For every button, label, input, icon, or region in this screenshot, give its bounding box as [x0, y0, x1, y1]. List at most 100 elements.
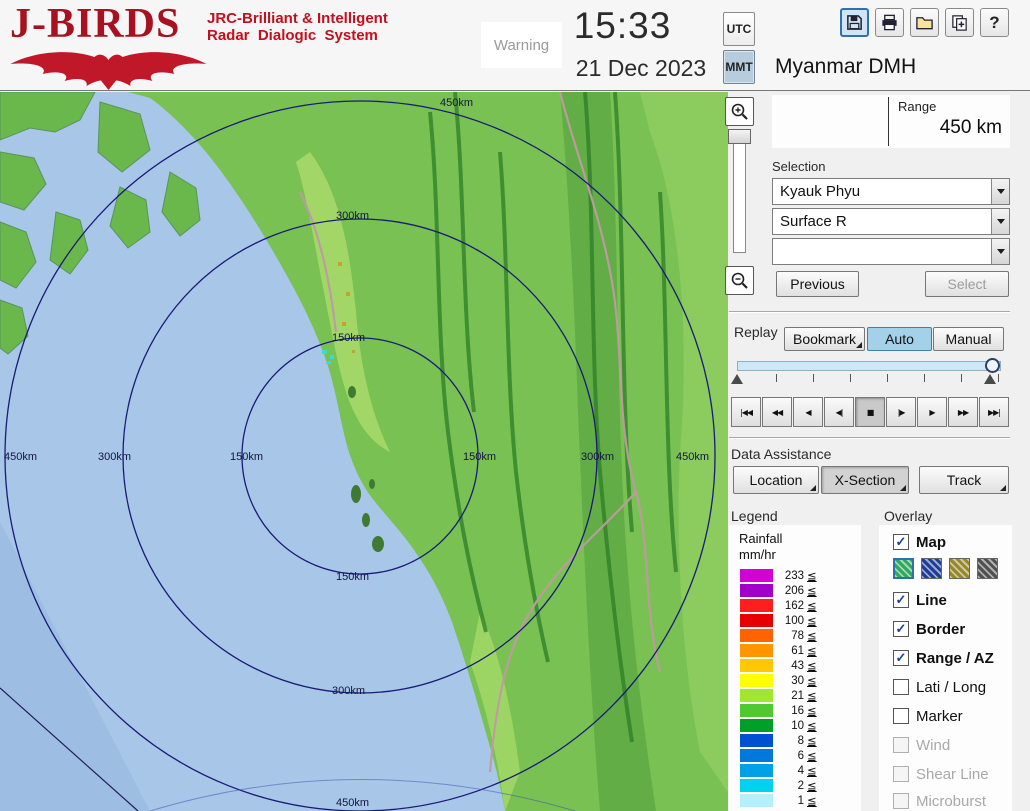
zoom-out-button[interactable]: [725, 266, 754, 295]
legend-suffix: ≦: [807, 794, 817, 808]
radar-map[interactable]: 450km 300km 150km 150km 300km 450km 450k…: [0, 92, 728, 811]
export-button[interactable]: [945, 8, 974, 37]
fast-rewind-button[interactable]: ◀◀: [762, 397, 792, 427]
legend-suffix: ≦: [807, 614, 817, 628]
range-display-box: Range 450 km: [772, 95, 1010, 148]
legend-value: 10: [779, 720, 804, 732]
legend-color-swatch: [740, 614, 773, 627]
checkbox[interactable]: ✓: [893, 534, 909, 550]
checkbox[interactable]: ✓: [893, 621, 909, 637]
overlay-item-wind: Wind: [893, 735, 950, 755]
replay-timeline-handle[interactable]: [985, 358, 1000, 373]
extra-dropdown[interactable]: [772, 238, 1010, 265]
checkbox[interactable]: [893, 708, 909, 724]
save-button[interactable]: [840, 8, 869, 37]
range-label: 300km: [581, 451, 614, 463]
legend-item: 30≦: [740, 673, 817, 688]
legend-unit-line2: mm/hr: [739, 547, 776, 562]
range-label: 450km: [676, 451, 709, 463]
timeline-end-marker[interactable]: [984, 374, 996, 384]
step-back-button[interactable]: ◀|: [824, 397, 854, 427]
product-dropdown[interactable]: Surface R: [772, 208, 1010, 235]
range-label: 450km: [336, 797, 369, 809]
legend-item: 206≦: [740, 583, 817, 598]
zoom-slider-handle[interactable]: [728, 129, 751, 144]
utc-toggle-button[interactable]: UTC: [723, 12, 755, 46]
overlay-item-map[interactable]: ✓ Map: [893, 532, 946, 552]
data-assistance-label: Data Assistance: [731, 446, 831, 462]
skip-to-start-button[interactable]: |◀◀: [731, 397, 761, 427]
overlay-item-label: Map: [916, 534, 946, 551]
map-style-gray-swatch[interactable]: [977, 558, 998, 579]
select-button[interactable]: Select: [925, 271, 1009, 297]
overlay-item-lati-long[interactable]: Lati / Long: [893, 677, 986, 697]
map-style-navy-swatch[interactable]: [921, 558, 942, 579]
help-icon: ?: [989, 13, 999, 33]
open-folder-icon: [915, 13, 934, 32]
overlay-item-marker[interactable]: Marker: [893, 706, 963, 726]
legend-item: 8≦: [740, 733, 817, 748]
chevron-down-icon[interactable]: [991, 179, 1009, 204]
timeline-start-marker[interactable]: [731, 374, 743, 384]
legend-value: 233: [779, 570, 804, 582]
checkbox: [893, 737, 909, 753]
replay-timeline-track[interactable]: [737, 361, 1001, 371]
legend-color-swatch: [740, 719, 773, 732]
stop-button[interactable]: ■: [855, 397, 885, 427]
checkbox[interactable]: ✓: [893, 592, 909, 608]
legend-suffix: ≦: [807, 659, 817, 673]
app-logo-title: J-BIRDS: [10, 0, 180, 48]
legend-item: 162≦: [740, 598, 817, 613]
checkbox: [893, 766, 909, 782]
map-style-green-swatch[interactable]: [893, 558, 914, 579]
auto-mode-button[interactable]: Auto: [867, 327, 932, 351]
mmt-toggle-button[interactable]: MMT: [723, 50, 755, 84]
timeline-tick: [850, 374, 851, 382]
help-button[interactable]: ?: [980, 8, 1009, 37]
zoom-slider-track[interactable]: [733, 129, 746, 253]
eagle-logo-icon: [6, 50, 211, 90]
overlay-item-border[interactable]: ✓ Border: [893, 619, 965, 639]
track-button[interactable]: Track: [919, 466, 1009, 494]
legend-section-label: Legend: [731, 508, 778, 524]
play-button[interactable]: ▶: [917, 397, 947, 427]
overlay-item-range-az[interactable]: ✓ Range / AZ: [893, 648, 994, 668]
legend-color-swatch: [740, 794, 773, 807]
overlay-item-line[interactable]: ✓ Line: [893, 590, 947, 610]
legend-suffix: ≦: [807, 764, 817, 778]
skip-to-end-button[interactable]: ▶▶|: [979, 397, 1009, 427]
zoom-in-button[interactable]: [725, 97, 754, 126]
overlay-item-label: Lati / Long: [916, 679, 986, 696]
location-button[interactable]: Location: [733, 466, 819, 494]
range-label: 150km: [463, 451, 496, 463]
overlay-list: ✓ Map ✓ Line ✓ Border ✓ Range / AZ Lati …: [893, 532, 1011, 811]
overlay-item-label: Line: [916, 592, 947, 609]
play-reverse-button[interactable]: ◀: [793, 397, 823, 427]
site-dropdown-value: Kyauk Phyu: [773, 183, 991, 200]
checkbox[interactable]: [893, 679, 909, 695]
legend-suffix: ≦: [807, 734, 817, 748]
fast-forward-button[interactable]: ▶▶: [948, 397, 978, 427]
open-folder-button[interactable]: [910, 8, 939, 37]
legend-suffix: ≦: [807, 674, 817, 688]
x-section-button[interactable]: X-Section: [821, 466, 909, 494]
legend-suffix: ≦: [807, 569, 817, 583]
legend-suffix: ≦: [807, 719, 817, 733]
chevron-down-icon[interactable]: [991, 239, 1009, 264]
legend-value: 21: [779, 690, 804, 702]
bookmark-button[interactable]: Bookmark: [784, 327, 865, 351]
step-forward-button[interactable]: |▶: [886, 397, 916, 427]
site-dropdown[interactable]: Kyauk Phyu: [772, 178, 1010, 205]
legend-suffix: ≦: [807, 629, 817, 643]
checkbox[interactable]: ✓: [893, 650, 909, 666]
legend-color-swatch: [740, 764, 773, 777]
legend-suffix: ≦: [807, 749, 817, 763]
legend-unit-line1: Rainfall: [739, 531, 782, 546]
manual-mode-button[interactable]: Manual: [933, 327, 1004, 351]
print-button[interactable]: [875, 8, 904, 37]
map-style-olive-swatch[interactable]: [949, 558, 970, 579]
previous-button[interactable]: Previous: [776, 271, 859, 297]
legend-value: 4: [779, 765, 804, 777]
legend-item: 78≦: [740, 628, 817, 643]
chevron-down-icon[interactable]: [991, 209, 1009, 234]
